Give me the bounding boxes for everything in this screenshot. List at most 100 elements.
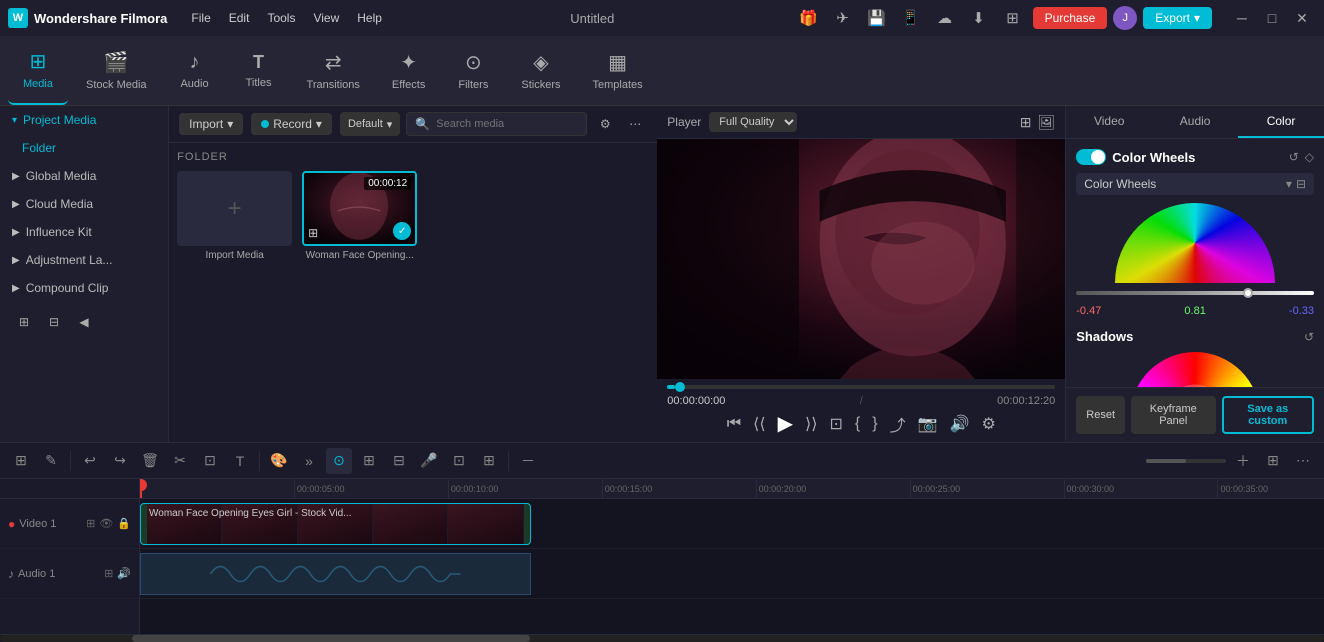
zoom-bar[interactable] bbox=[1146, 459, 1226, 463]
mark-in-button[interactable]: { bbox=[855, 415, 860, 433]
audio-mute-icon[interactable]: 🔊 bbox=[117, 567, 131, 580]
import-button[interactable]: Import ▾ bbox=[179, 113, 243, 135]
export-button[interactable]: Export ▾ bbox=[1143, 7, 1212, 29]
toolbar-stock-media[interactable]: 🎬 Stock Media bbox=[72, 36, 161, 105]
record-button[interactable]: Record ▾ bbox=[251, 113, 332, 135]
sidebar-item-influence-kit[interactable]: ▶ Influence Kit bbox=[0, 218, 168, 246]
sidebar-item-compound-clip[interactable]: ▶ Compound Clip bbox=[0, 274, 168, 302]
video-lock-icon[interactable]: 🔒 bbox=[117, 517, 131, 530]
cut-button[interactable]: ✂ bbox=[167, 448, 193, 474]
wheel-expand[interactable]: ▾ ⊟ bbox=[1286, 177, 1306, 191]
toolbar-filters[interactable]: ⊙ Filters bbox=[443, 36, 503, 105]
snapshot-button[interactable]: 📷 bbox=[918, 414, 938, 434]
crop-button[interactable]: ⊡ bbox=[197, 448, 223, 474]
audio-add-icon[interactable]: ⊞ bbox=[104, 567, 113, 580]
highlights-slider-track[interactable] bbox=[1076, 291, 1314, 295]
sidebar-item-adjustment[interactable]: ▶ Adjustment La... bbox=[0, 246, 168, 274]
play-button[interactable]: ▶ bbox=[778, 411, 793, 436]
tab-color[interactable]: Color bbox=[1238, 106, 1324, 138]
menu-file[interactable]: File bbox=[183, 7, 218, 29]
save-icon[interactable]: 💾 bbox=[863, 4, 891, 32]
snapshot-icon[interactable]: 🖼 bbox=[1037, 114, 1055, 131]
progress-bar[interactable] bbox=[667, 385, 1055, 389]
plus-zoom[interactable]: ＋ bbox=[1230, 448, 1256, 474]
motion-track-button[interactable]: ⊞ bbox=[356, 448, 382, 474]
maximize-button[interactable]: □ bbox=[1258, 4, 1286, 32]
fullscreen-button[interactable]: ⊡ bbox=[830, 414, 843, 434]
menu-view[interactable]: View bbox=[305, 7, 347, 29]
sidebar-item-folder[interactable]: Folder bbox=[0, 134, 168, 162]
phone-icon[interactable]: 📱 bbox=[897, 4, 925, 32]
toolbar-media[interactable]: ⊞ Media bbox=[8, 36, 68, 105]
add-track-button[interactable]: ⊞ bbox=[8, 448, 34, 474]
add-folder-button[interactable]: ⊞ bbox=[12, 310, 36, 334]
video-hide-icon[interactable]: 👁 bbox=[99, 517, 113, 530]
undo-button[interactable]: ↩ bbox=[77, 448, 103, 474]
toolbar-audio[interactable]: ♪ Audio bbox=[165, 36, 225, 105]
woman-face-thumb[interactable]: 00:00:12 ⊞ ✓ bbox=[302, 171, 417, 246]
voice-button[interactable]: 🎤 bbox=[416, 448, 442, 474]
ai-button[interactable]: ⊞ bbox=[476, 448, 502, 474]
mark-out-button[interactable]: } bbox=[872, 415, 877, 433]
toolbar-titles[interactable]: T Titles bbox=[229, 36, 289, 105]
mask-button[interactable]: ⊟ bbox=[386, 448, 412, 474]
sort-dropdown[interactable]: Default ▾ bbox=[340, 112, 400, 136]
reset-icon[interactable]: ↺ bbox=[1289, 150, 1299, 164]
import-media-thumb[interactable]: + bbox=[177, 171, 292, 246]
color-wheels-toggle[interactable] bbox=[1076, 149, 1106, 165]
frame-back-button[interactable]: ⟨⟨ bbox=[753, 414, 765, 434]
keyframe-panel-button[interactable]: Keyframe Panel bbox=[1131, 396, 1215, 434]
cloud-icon[interactable]: ☁ bbox=[931, 4, 959, 32]
tab-video[interactable]: Video bbox=[1066, 106, 1152, 138]
quality-select[interactable]: Full Quality bbox=[709, 112, 797, 132]
video-add-icon[interactable]: ⊞ bbox=[86, 517, 95, 530]
menu-tools[interactable]: Tools bbox=[259, 7, 303, 29]
toolbar-effects[interactable]: ✦ Effects bbox=[378, 36, 439, 105]
toolbar-templates[interactable]: ▦ Templates bbox=[578, 36, 656, 105]
timeline-more[interactable]: ⋯ bbox=[1290, 448, 1316, 474]
export-frame-button[interactable]: ⤴ bbox=[890, 412, 906, 436]
more-button[interactable]: ⋯ bbox=[623, 112, 647, 136]
more-tools[interactable]: » bbox=[296, 448, 322, 474]
shadows-color-wheel[interactable] bbox=[1130, 352, 1260, 387]
minimize-button[interactable]: ─ bbox=[1228, 4, 1256, 32]
delete-button[interactable]: 🗑 bbox=[137, 448, 163, 474]
playhead-handle[interactable] bbox=[140, 479, 147, 491]
close-button[interactable]: ✕ bbox=[1288, 4, 1316, 32]
reset-button[interactable]: Reset bbox=[1076, 396, 1125, 434]
shadows-reset-icon[interactable]: ↺ bbox=[1304, 330, 1314, 344]
captions-button[interactable]: ⊡ bbox=[446, 448, 472, 474]
color-wheel-dropdown[interactable]: Color Wheels ▾ ⊟ bbox=[1076, 173, 1314, 195]
audio-clip[interactable] bbox=[140, 553, 531, 595]
half-color-wheel[interactable] bbox=[1115, 203, 1275, 283]
sidebar-item-project-media[interactable]: ▾ Project Media bbox=[0, 106, 168, 134]
gift-icon[interactable]: 🎁 bbox=[795, 4, 823, 32]
user-avatar[interactable]: J bbox=[1113, 6, 1137, 30]
save-as-custom-button[interactable]: Save as custom bbox=[1222, 396, 1315, 434]
toolbar-transitions[interactable]: ⇄ Transitions bbox=[293, 36, 374, 105]
menu-help[interactable]: Help bbox=[349, 7, 390, 29]
timeline-options[interactable]: ⊞ bbox=[1260, 448, 1286, 474]
minus-zoom[interactable]: － bbox=[515, 448, 541, 474]
color-picker-icon[interactable]: ◇ bbox=[1305, 150, 1314, 164]
scroll-thumb[interactable] bbox=[132, 635, 529, 642]
render-preview-button[interactable]: ⊙ bbox=[326, 448, 352, 474]
magnet-button[interactable]: ✎ bbox=[38, 448, 64, 474]
list-view-button[interactable]: ⊟ bbox=[42, 310, 66, 334]
tab-audio[interactable]: Audio bbox=[1152, 106, 1238, 138]
playhead[interactable] bbox=[140, 479, 142, 498]
sidebar-item-global-media[interactable]: ▶ Global Media bbox=[0, 162, 168, 190]
volume-button[interactable]: 🔊 bbox=[950, 414, 970, 434]
highlights-slider-handle[interactable] bbox=[1243, 288, 1253, 298]
video-clip[interactable]: Woman Face Opening Eyes Girl - Stock Vid… bbox=[140, 503, 531, 545]
menu-edit[interactable]: Edit bbox=[221, 7, 258, 29]
apps-icon[interactable]: ⊞ bbox=[999, 4, 1027, 32]
download-icon[interactable]: ⬇ bbox=[965, 4, 993, 32]
toolbar-stickers[interactable]: ◈ Stickers bbox=[507, 36, 574, 105]
settings-button[interactable]: ⚙ bbox=[981, 414, 995, 434]
collapse-button[interactable]: ◀ bbox=[72, 310, 96, 334]
redo-button[interactable]: ↪ bbox=[107, 448, 133, 474]
nav-icon[interactable]: ✈ bbox=[829, 4, 857, 32]
grid-view-icon[interactable]: ⊞ bbox=[1020, 114, 1032, 131]
progress-handle[interactable] bbox=[675, 382, 685, 392]
